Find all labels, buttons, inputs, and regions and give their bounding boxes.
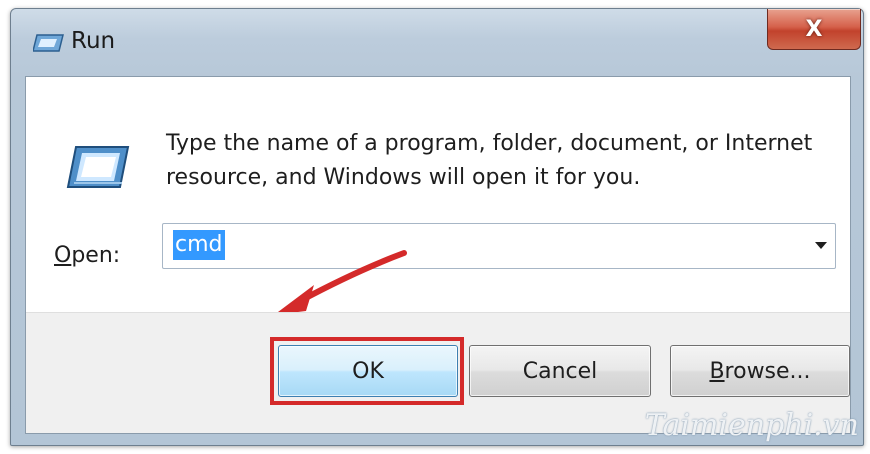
title-bar[interactable]: Run X xyxy=(11,9,863,75)
close-button[interactable]: X xyxy=(767,9,861,50)
open-combobox[interactable]: cmd xyxy=(162,223,836,269)
open-label-accesskey: O xyxy=(54,243,72,268)
annotation-arrow xyxy=(274,250,407,315)
window-title: Run xyxy=(71,28,116,54)
cancel-button[interactable]: Cancel xyxy=(469,345,651,397)
open-label-text: pen: xyxy=(71,243,121,268)
open-input[interactable]: cmd xyxy=(173,230,225,260)
open-label: Open: xyxy=(54,243,120,268)
chevron-down-icon[interactable] xyxy=(815,242,827,249)
description-text: Type the name of a program, folder, docu… xyxy=(166,131,813,190)
dialog-content: Type the name of a program, folder, docu… xyxy=(25,76,851,434)
browse-button[interactable]: Browse... xyxy=(670,345,850,397)
run-icon xyxy=(66,146,130,188)
watermark: Taimienphi.vn xyxy=(644,408,859,443)
browse-accesskey: B xyxy=(709,358,725,384)
run-icon xyxy=(33,34,64,52)
close-icon: X xyxy=(805,16,823,42)
ok-highlight-box xyxy=(270,337,464,405)
run-dialog: Run X Type the name of a program, folder… xyxy=(10,8,864,446)
browse-label: rowse... xyxy=(724,358,811,384)
